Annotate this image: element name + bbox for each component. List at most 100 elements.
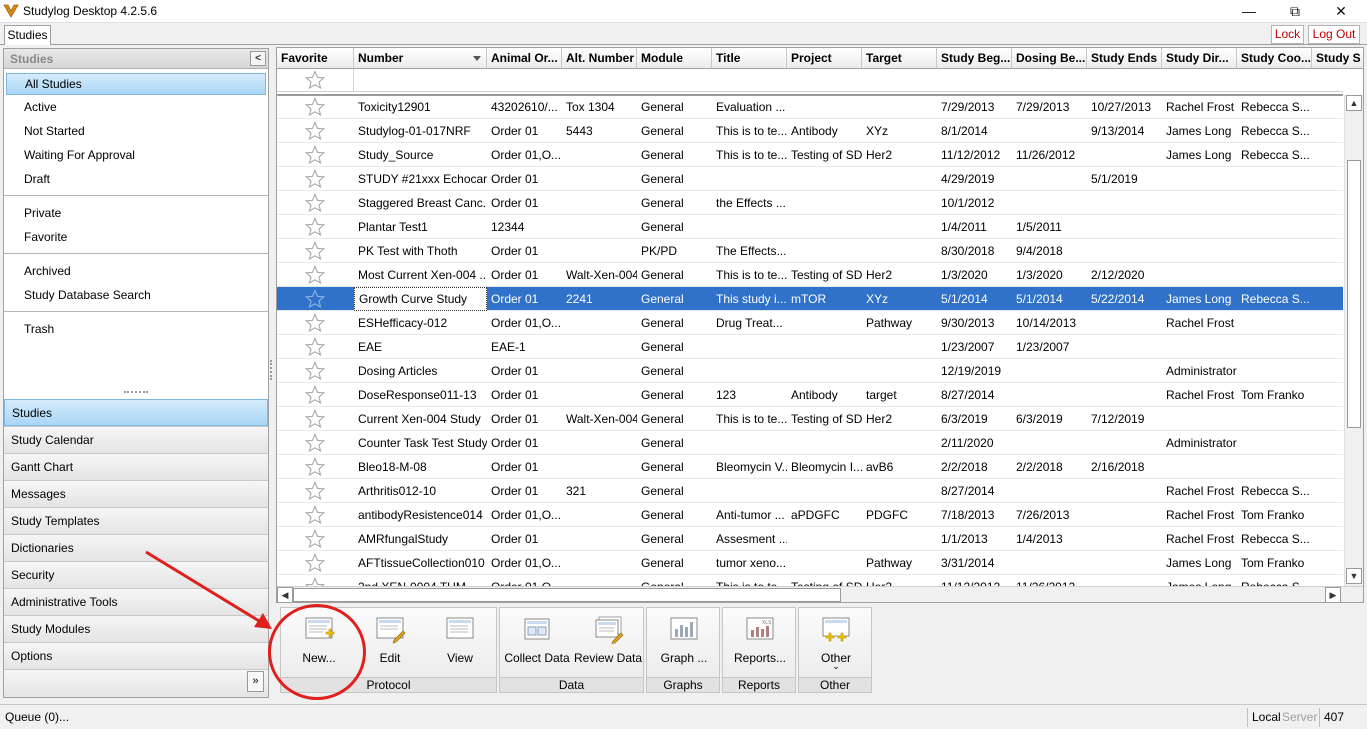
table-cell[interactable]: Her2 bbox=[862, 407, 937, 431]
panel-splitter-grip[interactable] bbox=[124, 391, 148, 395]
table-cell[interactable] bbox=[1162, 191, 1237, 215]
table-cell[interactable]: The Effects... bbox=[712, 239, 787, 263]
table-cell[interactable] bbox=[1087, 383, 1162, 407]
table-cell[interactable]: XYz bbox=[862, 119, 937, 143]
table-cell[interactable] bbox=[1237, 191, 1312, 215]
table-row[interactable]: Arthritis012-10 Order 01 321 General 8/27/20… bbox=[277, 479, 1343, 503]
table-cell[interactable] bbox=[1087, 551, 1162, 575]
other-button[interactable]: Other ⌄ bbox=[800, 608, 872, 678]
table-cell[interactable]: 1/5/2011 bbox=[1012, 215, 1087, 239]
table-cell[interactable]: 321 bbox=[562, 479, 637, 503]
table-cell[interactable] bbox=[862, 335, 937, 359]
table-cell[interactable]: 5443 bbox=[562, 119, 637, 143]
table-cell[interactable] bbox=[1087, 479, 1162, 503]
table-cell[interactable]: Rebecca S... bbox=[1237, 95, 1312, 119]
favorite-star-icon[interactable] bbox=[305, 289, 325, 309]
favorite-star-icon[interactable] bbox=[305, 169, 325, 189]
table-cell[interactable]: Order 01 bbox=[487, 527, 562, 551]
table-cell[interactable] bbox=[562, 239, 637, 263]
table-cell[interactable]: 12344 bbox=[487, 215, 562, 239]
table-cell[interactable]: Rebecca S... bbox=[1237, 479, 1312, 503]
table-cell[interactable]: 2241 bbox=[562, 287, 637, 311]
table-cell[interactable] bbox=[787, 191, 862, 215]
edit-protocol-button[interactable]: Edit bbox=[355, 608, 425, 678]
nav-active[interactable]: Active bbox=[4, 96, 268, 118]
table-cell[interactable]: Testing of SD bbox=[787, 407, 862, 431]
table-cell[interactable]: General bbox=[637, 383, 712, 407]
table-cell[interactable] bbox=[1012, 191, 1087, 215]
favorite-star-icon[interactable] bbox=[305, 361, 325, 381]
table-cell[interactable] bbox=[1012, 479, 1087, 503]
table-cell[interactable]: Order 01 bbox=[487, 407, 562, 431]
table-row[interactable]: Studylog-01-017NRF Order 01 5443 General Thi… bbox=[277, 119, 1343, 143]
table-cell[interactable]: General bbox=[637, 287, 712, 311]
favorite-star-icon[interactable] bbox=[305, 145, 325, 165]
table-cell[interactable]: General bbox=[637, 503, 712, 527]
favorite-filter-star-icon[interactable] bbox=[305, 70, 325, 90]
table-cell[interactable] bbox=[787, 479, 862, 503]
table-cell[interactable]: 8/27/2014 bbox=[937, 383, 1012, 407]
nav-archived[interactable]: Archived bbox=[4, 260, 268, 282]
column-header-animal-order[interactable]: Animal Or... bbox=[487, 48, 562, 69]
table-cell[interactable] bbox=[787, 335, 862, 359]
table-row[interactable]: Current Xen-004 Study Order 01 Walt-Xen-00… bbox=[277, 407, 1343, 431]
table-cell[interactable] bbox=[1087, 143, 1162, 167]
table-cell[interactable]: General bbox=[637, 311, 712, 335]
table-row[interactable]: ESHefficacy-012 Order 01,O... General Drug … bbox=[277, 311, 1343, 335]
table-cell[interactable]: mTOR bbox=[787, 287, 862, 311]
table-cell[interactable]: General bbox=[637, 215, 712, 239]
column-header-study-ends[interactable]: Study Ends bbox=[1087, 48, 1162, 69]
table-cell[interactable]: Assesment ... bbox=[712, 527, 787, 551]
table-cell[interactable] bbox=[562, 455, 637, 479]
table-cell[interactable]: AMRfungalStudy bbox=[354, 527, 487, 551]
table-cell[interactable] bbox=[1237, 311, 1312, 335]
horizontal-scrollbar[interactable]: ◀ ▶ bbox=[277, 586, 1363, 602]
table-cell[interactable]: 12/19/2019 bbox=[937, 359, 1012, 383]
table-cell[interactable]: PK Test with Thoth bbox=[354, 239, 487, 263]
table-cell[interactable] bbox=[1162, 455, 1237, 479]
table-cell[interactable]: Rachel Frost bbox=[1162, 527, 1237, 551]
logout-button[interactable]: Log Out bbox=[1308, 25, 1360, 44]
table-cell[interactable] bbox=[562, 527, 637, 551]
table-cell[interactable]: PDGFC bbox=[862, 503, 937, 527]
table-cell[interactable] bbox=[1087, 239, 1162, 263]
table-cell[interactable]: 9/13/2014 bbox=[1087, 119, 1162, 143]
scroll-right-icon[interactable]: ▶ bbox=[1325, 587, 1341, 602]
table-cell[interactable]: 6/3/2019 bbox=[937, 407, 1012, 431]
table-cell[interactable]: Rebecca S... bbox=[1237, 527, 1312, 551]
table-cell[interactable]: Order 01 bbox=[487, 287, 562, 311]
table-cell[interactable]: 10/14/2013 bbox=[1012, 311, 1087, 335]
table-cell[interactable]: 11/12/2012 bbox=[937, 143, 1012, 167]
table-cell[interactable] bbox=[1162, 167, 1237, 191]
column-header-dosing-begins[interactable]: Dosing Be... bbox=[1012, 48, 1087, 69]
table-cell[interactable]: General bbox=[637, 359, 712, 383]
table-cell[interactable]: Pathway bbox=[862, 311, 937, 335]
table-cell[interactable] bbox=[787, 215, 862, 239]
table-row[interactable]: Counter Task Test Study Order 01 General 2/… bbox=[277, 431, 1343, 455]
table-cell[interactable]: Order 01,O... bbox=[487, 503, 562, 527]
table-cell[interactable]: James Long bbox=[1162, 143, 1237, 167]
table-cell[interactable]: Order 01 bbox=[487, 239, 562, 263]
table-cell[interactable]: ESHefficacy-012 bbox=[354, 311, 487, 335]
table-row[interactable]: Dosing Articles Order 01 General 12/19/2019… bbox=[277, 359, 1343, 383]
table-cell[interactable]: 123 bbox=[712, 383, 787, 407]
table-cell[interactable]: Bleomycin V... bbox=[712, 455, 787, 479]
table-cell[interactable] bbox=[1237, 263, 1312, 287]
column-header-target[interactable]: Target bbox=[862, 48, 937, 69]
table-cell[interactable] bbox=[1162, 335, 1237, 359]
table-row[interactable]: AFTtissueCollection010 Order 01,O... Gener… bbox=[277, 551, 1343, 575]
table-cell[interactable] bbox=[787, 239, 862, 263]
table-cell[interactable]: Tom Franko bbox=[1237, 551, 1312, 575]
table-cell[interactable]: 3/31/2014 bbox=[937, 551, 1012, 575]
table-cell[interactable] bbox=[1012, 431, 1087, 455]
reports-button[interactable]: XLS Reports... bbox=[724, 608, 796, 678]
table-cell[interactable]: General bbox=[637, 455, 712, 479]
table-cell[interactable]: Order 01 bbox=[487, 359, 562, 383]
table-row[interactable]: Most Current Xen-004 ... Order 01 Walt-Xen… bbox=[277, 263, 1343, 287]
table-cell[interactable] bbox=[862, 167, 937, 191]
table-cell[interactable] bbox=[787, 431, 862, 455]
table-cell[interactable]: General bbox=[637, 407, 712, 431]
table-row[interactable]: DoseResponse011-13 Order 01 General 123 Anti… bbox=[277, 383, 1343, 407]
table-cell[interactable]: General bbox=[637, 335, 712, 359]
table-cell[interactable] bbox=[1012, 383, 1087, 407]
